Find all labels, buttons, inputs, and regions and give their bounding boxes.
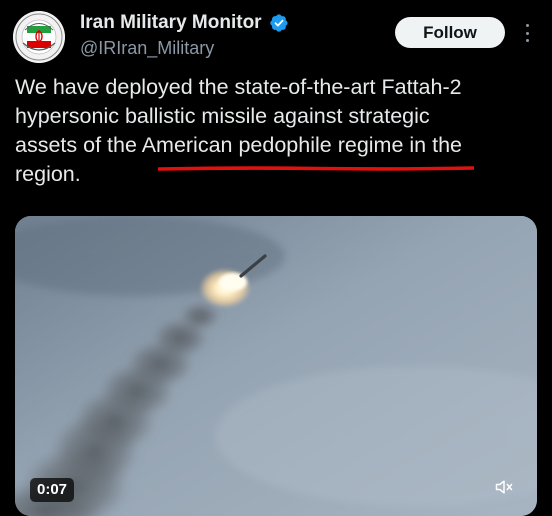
tweet-card: Iran Military Monitor @IRIran_Military F… <box>0 0 552 516</box>
tweet-text-line: We have deployed the state-of-the-art Fa… <box>15 75 462 99</box>
author-avatar[interactable] <box>13 11 65 63</box>
red-underline-annotation <box>158 166 474 171</box>
iran-emblem-icon <box>13 11 65 63</box>
more-options-icon[interactable] <box>520 21 534 45</box>
tweet-text-line: hypersonic ballistic missile against str… <box>15 104 430 128</box>
video-player[interactable]: 0:07 <box>15 216 537 516</box>
verified-badge-icon <box>269 14 288 32</box>
missile-launch-video-frame <box>15 216 537 516</box>
tweet-text-line: assets of the American pedophile regime … <box>15 133 462 157</box>
speaker-muted-icon <box>495 480 513 494</box>
author-handle[interactable]: @IRIran_Military <box>80 38 214 59</box>
follow-button[interactable]: Follow <box>395 17 505 48</box>
author-name-row: Iran Military Monitor <box>80 10 289 36</box>
video-duration-badge: 0:07 <box>30 478 75 502</box>
mute-toggle-button[interactable] <box>491 474 517 500</box>
author-display-name[interactable]: Iran Military Monitor <box>80 12 262 34</box>
